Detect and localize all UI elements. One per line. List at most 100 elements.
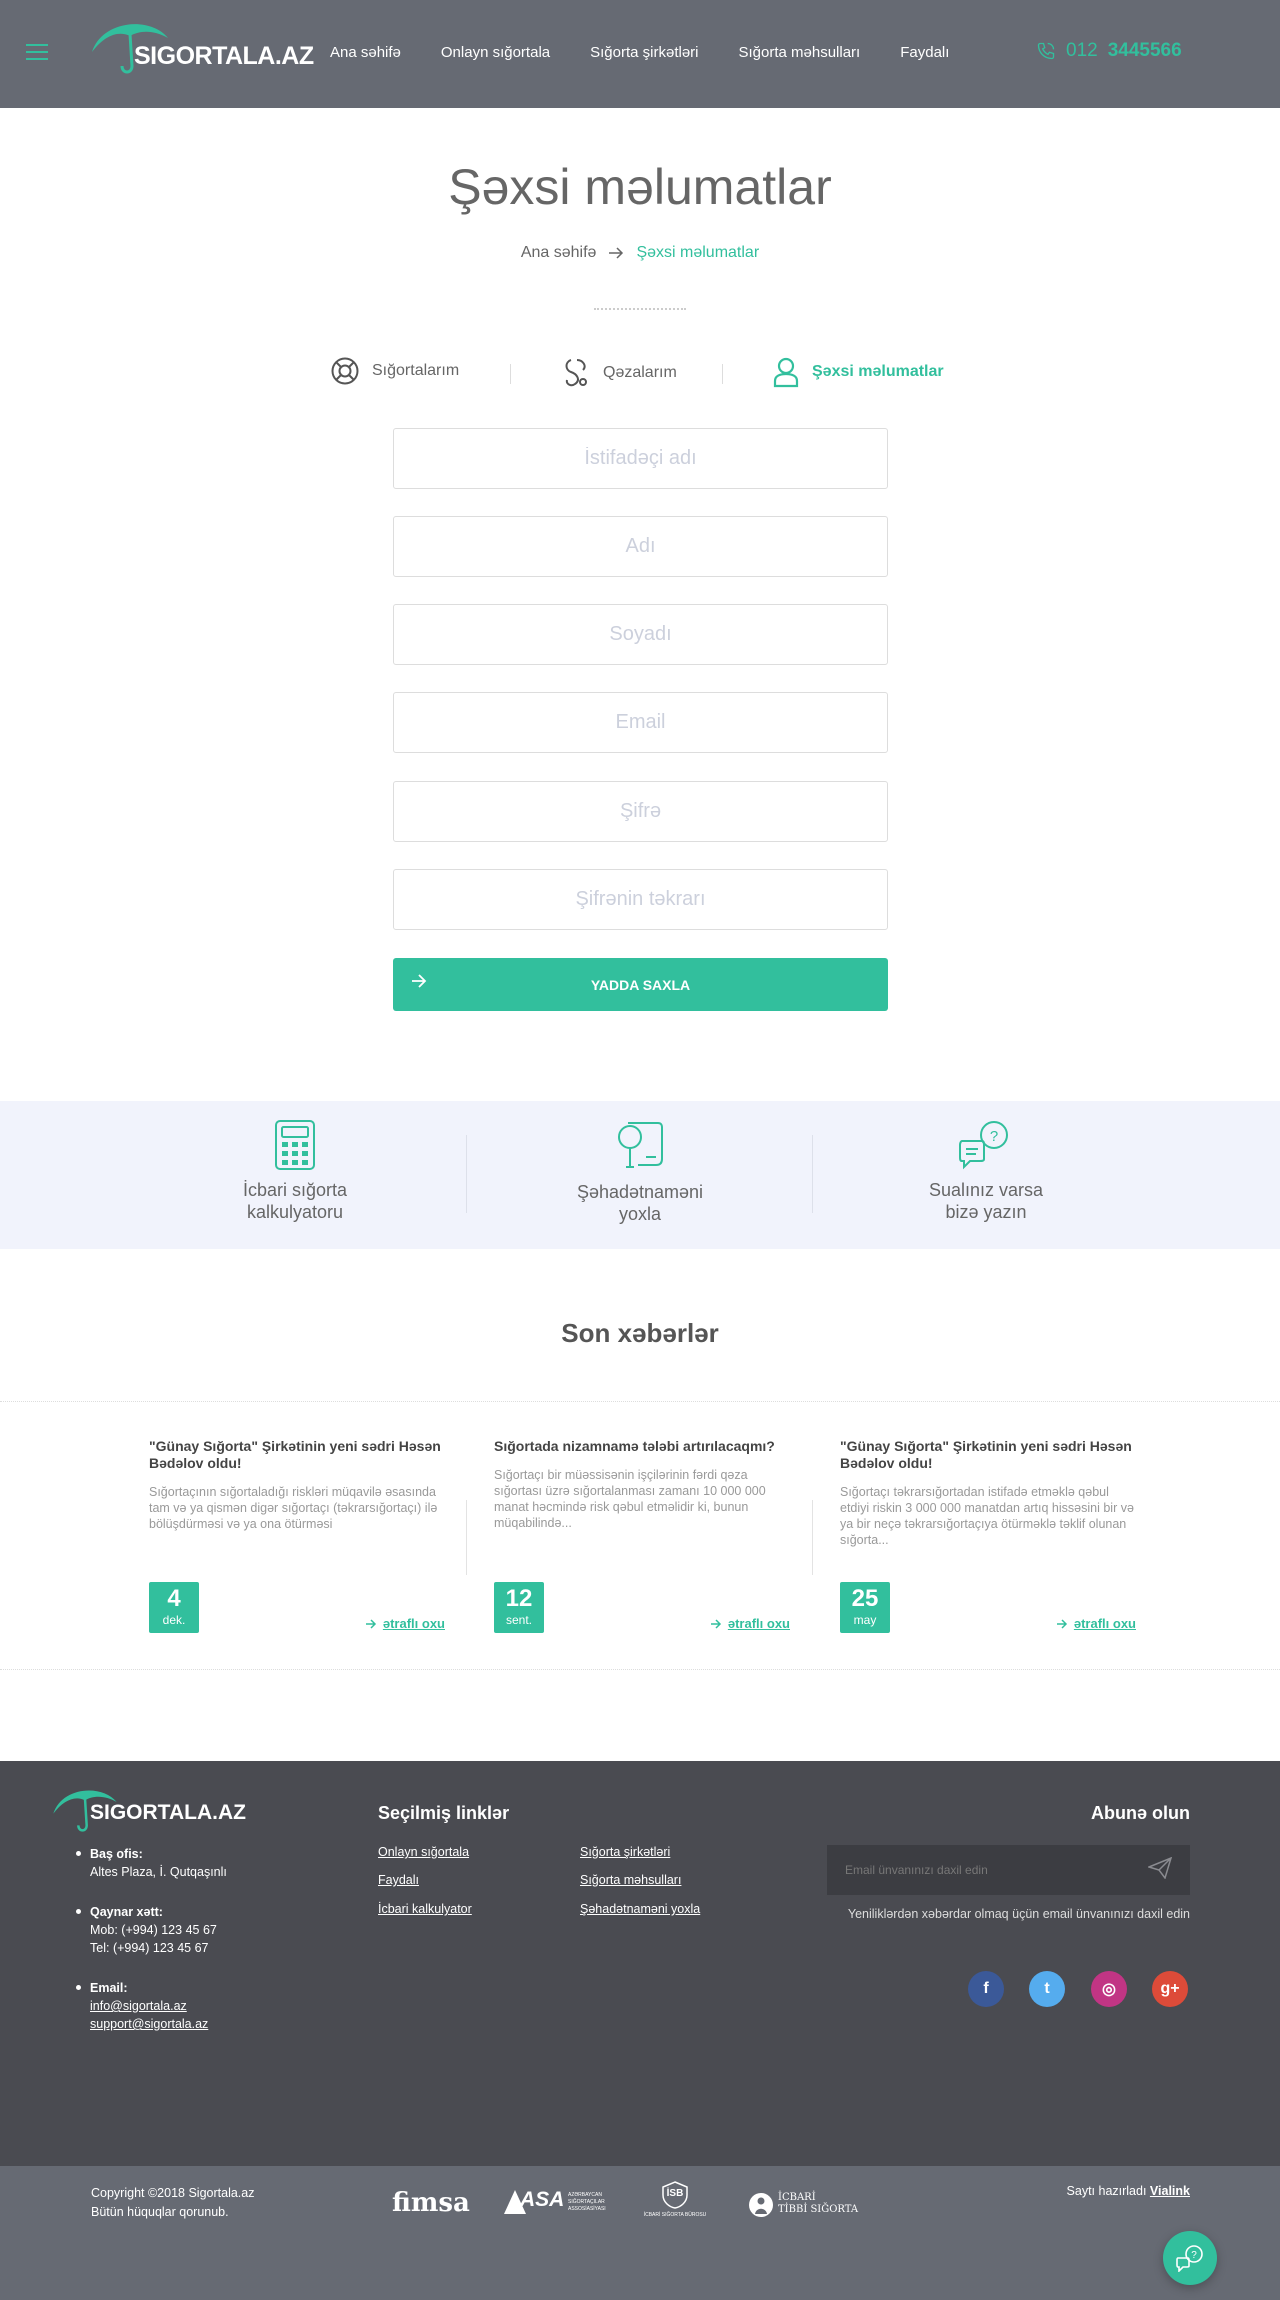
mob-prefix: Mob:	[90, 1923, 118, 1937]
asa-text: ASA	[520, 2188, 565, 2211]
news-excerpt: Sığortaçı bir müəssisənin işçilərinin fə…	[494, 1468, 766, 1530]
nav-home[interactable]: Ana səhifə	[330, 44, 401, 61]
email-label: Email:	[90, 1981, 128, 1995]
office-value: Altes Plaza, İ. Qutqaşınlı	[90, 1865, 227, 1879]
password-field[interactable]	[393, 781, 888, 842]
feature-calculator-line2: kalkulyatoru	[246, 1202, 344, 1222]
header-phone[interactable]: 012 3445566	[1036, 40, 1182, 62]
email-field[interactable]	[393, 692, 888, 753]
site-header: SIGORTALA.AZ Ana səhifə Onlayn sığortala…	[0, 0, 1280, 108]
breadcrumb: Ana səhifə Şəxsi məlumatlar	[0, 244, 1280, 262]
email-info: Email: info@sigortala.az support@sigorta…	[76, 1979, 298, 2033]
lifebuoy-icon	[331, 357, 359, 385]
date-day: 4	[167, 1585, 181, 1612]
svg-text:?: ?	[1191, 2250, 1197, 2261]
footer-link-useful[interactable]: Faydalı	[378, 1873, 419, 1887]
username-field[interactable]	[393, 428, 888, 489]
copyright-line1: Copyright ©2018 Sigortala.az	[91, 2186, 255, 2200]
hamburger-icon[interactable]	[26, 44, 48, 60]
instagram-icon[interactable]: ◎	[1091, 1971, 1127, 2007]
nav-products[interactable]: Sığorta məhsulları	[739, 44, 861, 61]
news-card: Sığortada nizamnamə tələbi artırılacaqmı…	[494, 1438, 790, 1638]
nav-companies[interactable]: Sığorta şirkətləri	[590, 44, 698, 61]
google-plus-icon[interactable]: g+	[1152, 1971, 1188, 2007]
isb-subtitle: İCBARİ SIĞORTA BÜROSU	[643, 2212, 707, 2218]
date-day: 12	[505, 1585, 533, 1612]
read-more-link[interactable]: ətraflı oxu	[365, 1616, 445, 1631]
read-more-link[interactable]: ətraflı oxu	[710, 1616, 790, 1631]
arrow-right-icon	[609, 247, 624, 259]
footer-link-products[interactable]: Sığorta məhsulları	[580, 1873, 681, 1887]
breadcrumb-home[interactable]: Ana səhifə	[521, 244, 597, 262]
date-month: sent.	[505, 1613, 532, 1627]
news-section-title: Son xəbərlər	[561, 1318, 719, 1348]
nav-useful[interactable]: Faydalı	[900, 44, 949, 61]
save-button[interactable]: YADDA SAXLA	[393, 958, 888, 1011]
certificate-search-icon	[618, 1122, 663, 1168]
feature-calculator-line1: İcbari sığorta	[242, 1180, 348, 1200]
tab-personal-info[interactable]: Şəxsi məlumatlar	[772, 356, 944, 388]
arrow-right-icon	[1056, 1618, 1067, 1629]
news-card: "Günay Sığorta" Şirkətinin yeni sədri Hə…	[840, 1438, 1136, 1638]
page-title: Şəxsi məlumatlar	[448, 159, 832, 215]
facebook-icon[interactable]: f	[968, 1971, 1004, 2007]
email-link-info[interactable]: info@sigortala.az	[90, 1997, 298, 2015]
its-line2: TİBBİ SIĞORTA	[778, 2204, 859, 2215]
site-footer: SIGORTALA.AZ Baş ofis: Altes Plaza, İ. Q…	[0, 1761, 1280, 2166]
news-divider	[466, 1500, 467, 1575]
arrow-right-icon	[365, 1618, 376, 1629]
partner-isb[interactable]: İSB İCBARİ SIĞORTA BÜROSU	[640, 2180, 710, 2230]
divider	[0, 1669, 1280, 1670]
tab-accidents-label: Qəzalarım	[603, 364, 677, 381]
footer-link-online[interactable]: Onlayn sığortala	[378, 1845, 469, 1859]
tab-accidents[interactable]: Qəzalarım	[561, 356, 677, 390]
twitter-icon[interactable]: t	[1029, 1971, 1065, 2007]
subscribe-note: Yeniliklərdən xəbərdar olmaq üçün email …	[847, 1907, 1190, 1921]
feature-ask-line2: bizə yazın	[945, 1202, 1027, 1222]
divider	[0, 1401, 1280, 1402]
footer-link-companies[interactable]: Sığorta şirkətləri	[580, 1845, 670, 1859]
news-title[interactable]: "Günay Sığorta" Şirkətinin yeni sədri Hə…	[840, 1438, 1136, 1472]
chat-button[interactable]: ?	[1163, 2231, 1217, 2285]
feature-certificate[interactable]: Şəhadətnaməni yoxla	[520, 1119, 760, 1225]
tab-personal-info-label: Şəxsi məlumatlar	[812, 363, 944, 380]
hotline-label: Qaynar xətt:	[90, 1905, 163, 1919]
partner-fimsa[interactable]: fimsa	[392, 2188, 470, 2218]
feature-calculator[interactable]: İcbari sığorta kalkulyatoru	[175, 1119, 415, 1223]
date-badge: 4 dek.	[149, 1582, 199, 1633]
password-repeat-field[interactable]	[393, 869, 888, 930]
partner-its[interactable]: İCBARİ TİBBİ SIĞORTA	[748, 2190, 858, 2224]
surname-field[interactable]	[393, 604, 888, 665]
read-more-label: ətraflı oxu	[727, 1616, 790, 1631]
copyright: Copyright ©2018 Sigortala.az Bütün hüquq…	[91, 2184, 254, 2222]
breadcrumb-current: Şəxsi məlumatlar	[636, 244, 760, 261]
footer-logo-text: SIGORTALA.AZ	[90, 1801, 246, 1824]
send-icon[interactable]	[1148, 1857, 1172, 1879]
made-by-link[interactable]: Vialink	[1150, 2184, 1190, 2198]
news-title[interactable]: "Günay Sığorta" Şirkətinin yeni sədri Hə…	[149, 1438, 445, 1472]
email-link-support[interactable]: support@sigortala.az	[90, 2015, 298, 2033]
subscribe-title: Abunə olun	[1091, 1803, 1190, 1823]
profile-tabs: Sığortalarım Qəzalarım Şəxsi məlumatlar	[330, 356, 950, 392]
news-title[interactable]: Sığortada nizamnamə tələbi artırılacaqmı…	[494, 1438, 790, 1455]
nav-online-insure[interactable]: Onlayn sığortala	[441, 44, 550, 61]
date-month: dek.	[162, 1613, 186, 1627]
date-month: may	[853, 1613, 877, 1627]
footer-link-calculator[interactable]: İcbari kalkulyator	[378, 1902, 472, 1916]
footer-link-certificate[interactable]: Şəhadətnaməni yoxla	[580, 1902, 700, 1916]
feature-divider	[812, 1135, 813, 1213]
read-more-link[interactable]: ətraflı oxu	[1056, 1616, 1136, 1631]
name-field[interactable]	[393, 516, 888, 577]
date-day: 25	[851, 1585, 879, 1612]
tab-insurances[interactable]: Sığortalarım	[330, 356, 459, 386]
partner-asa[interactable]: ASA AZƏRBAYCAN SIĞORTAÇILAR ASSOSİASİYAS…	[502, 2188, 610, 2222]
feature-ask-question[interactable]: ? Sualınız varsa bizə yazın	[866, 1119, 1106, 1223]
chat-question-icon: ?	[959, 1121, 1008, 1170]
footer-logo[interactable]: SIGORTALA.AZ	[50, 1779, 246, 1839]
footer-links-title: Seçilmiş linklər	[378, 1803, 510, 1823]
arrow-right-icon	[412, 974, 427, 988]
phone-icon	[1037, 42, 1055, 60]
hotline-info: Qaynar xətt: Mob: (+994) 123 45 67 Tel: …	[76, 1903, 298, 1957]
site-logo[interactable]: SIGORTALA.AZ	[88, 12, 314, 82]
subscribe-email-input[interactable]	[827, 1845, 1190, 1895]
